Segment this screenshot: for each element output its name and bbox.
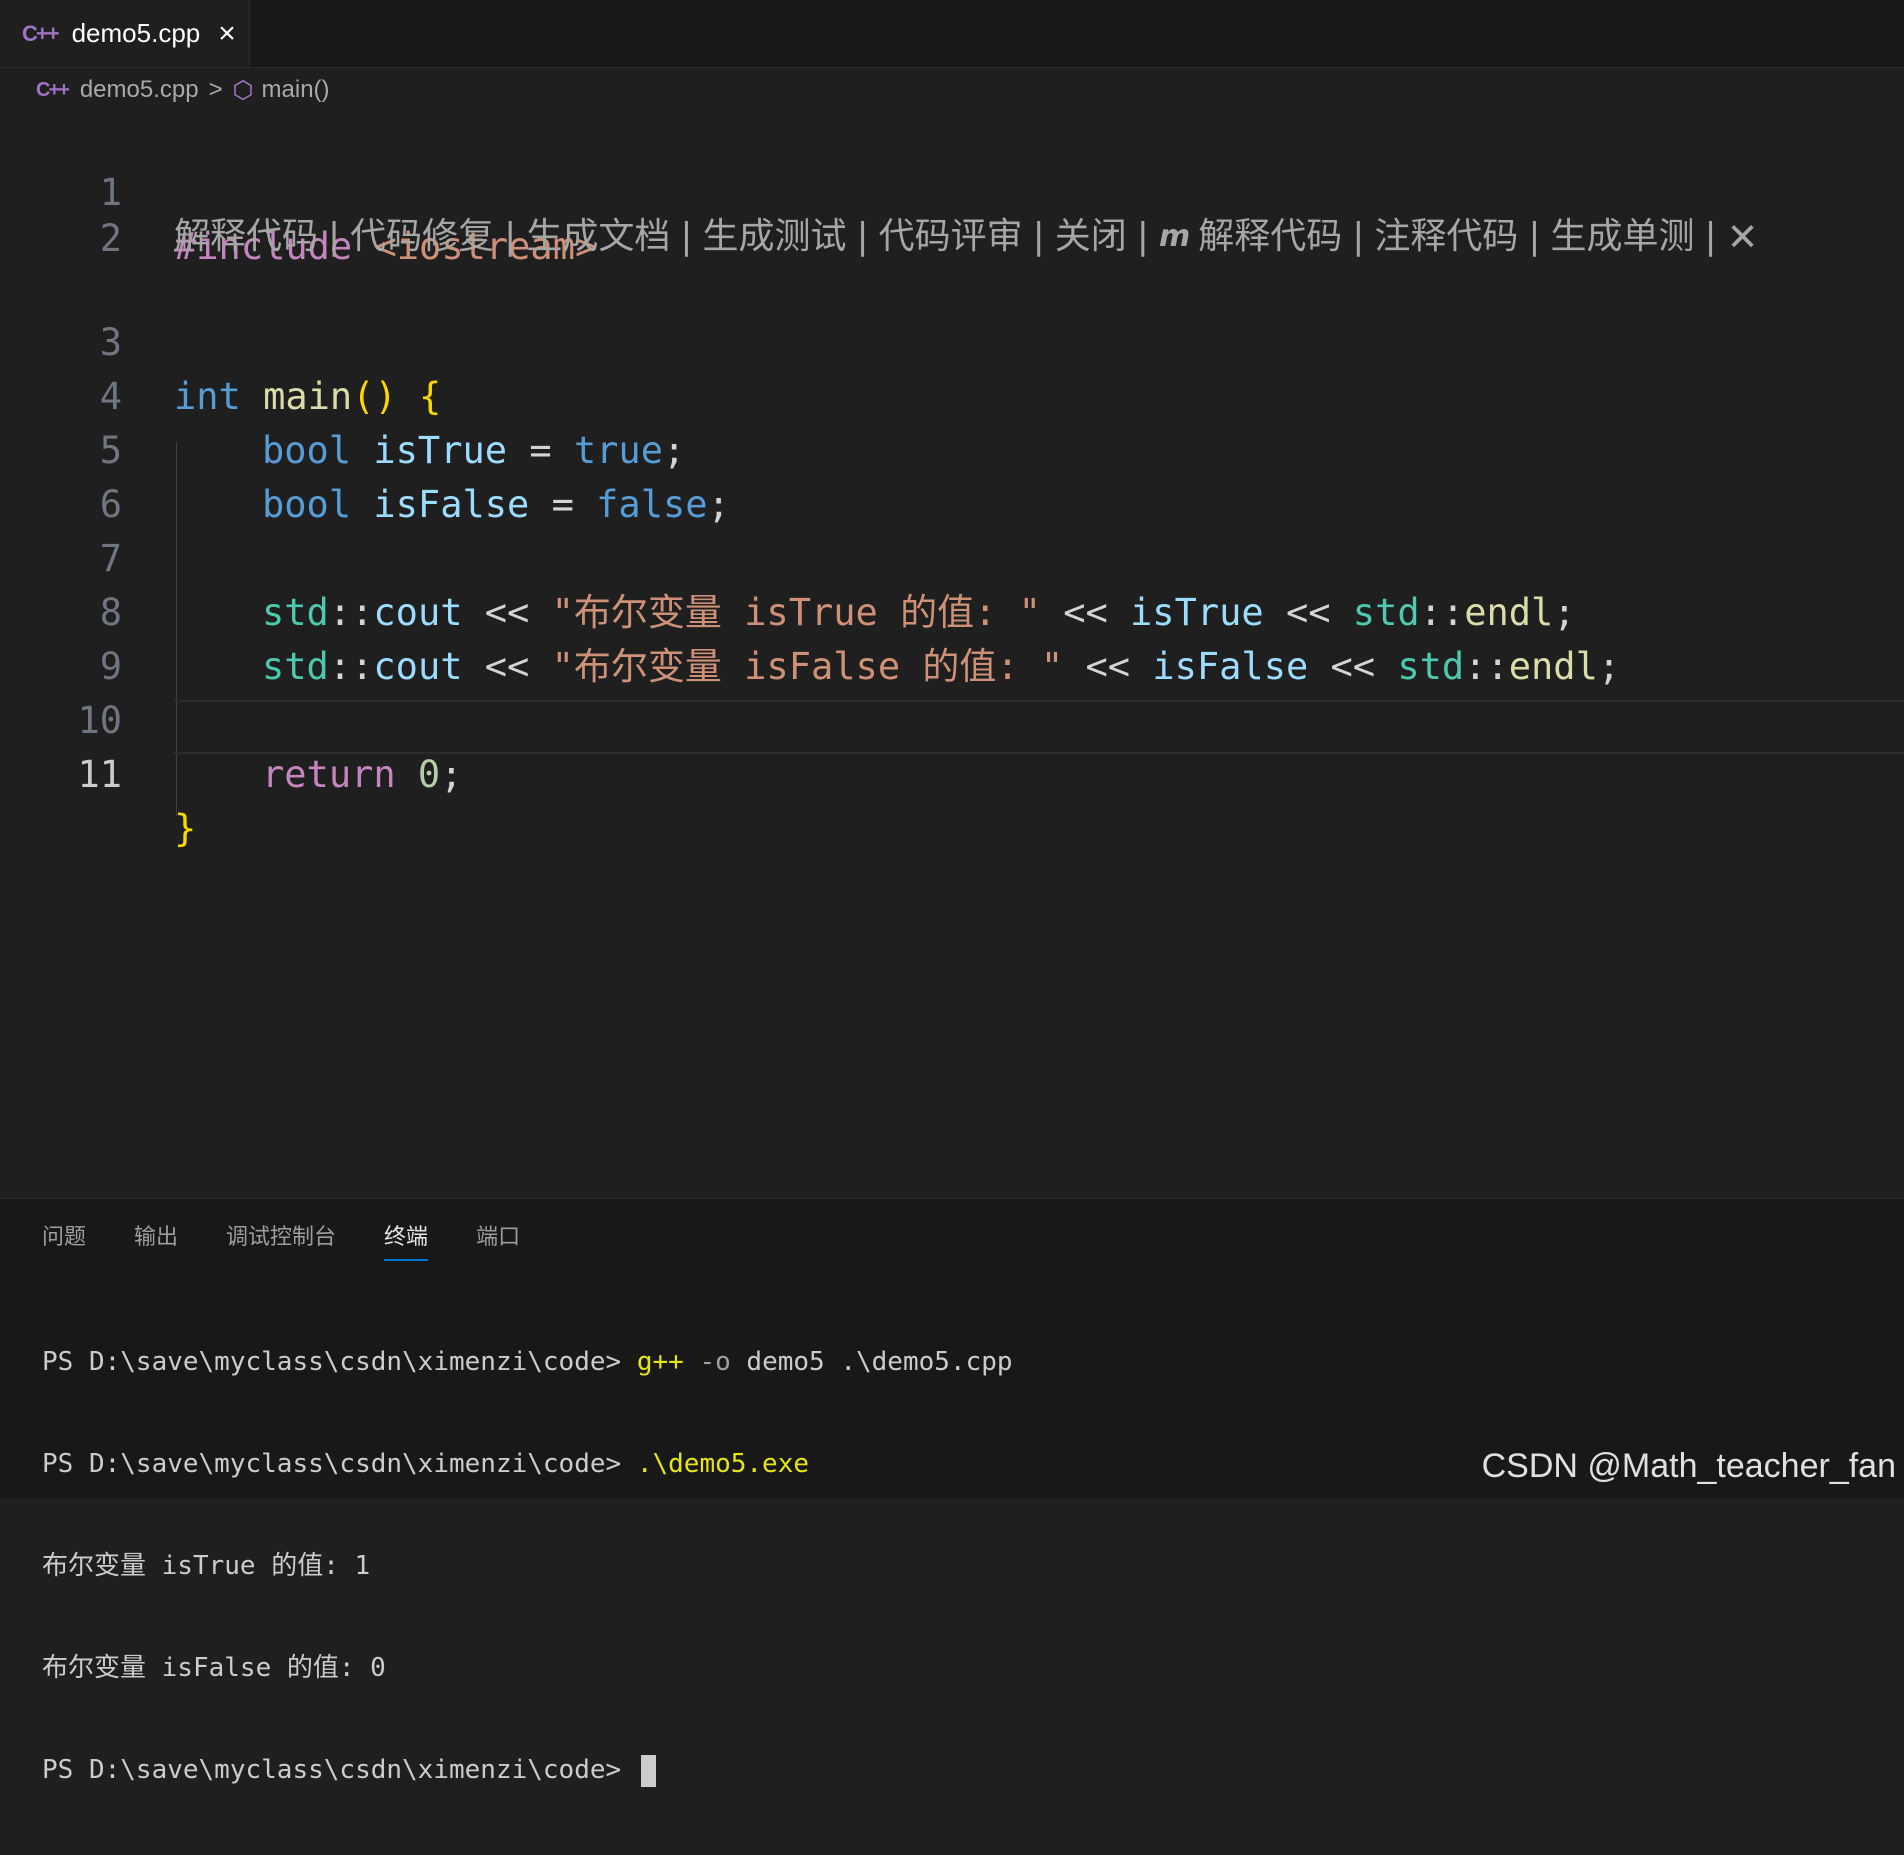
watermark: CSDN @Math_teacher_fan (1481, 1447, 1896, 1485)
token-number: 0 (395, 753, 441, 796)
terminal-line: 布尔变量 isTrue 的值: 1 (42, 1551, 371, 1581)
codelens-explain-2[interactable]: 解释代码 (1198, 210, 1342, 264)
terminal-line: PS D:\save\myclass\csdn\ximenzi\code> g+… (42, 1347, 1013, 1377)
breadcrumb-file[interactable]: demo5.cpp (80, 76, 199, 104)
terminal-line: PS D:\save\myclass\csdn\ximenzi\code> (42, 1753, 1013, 1787)
code-line-9[interactable]: 9 (0, 586, 1904, 688)
tab-ports[interactable]: 端口 (476, 1219, 520, 1261)
tab-demo5-cpp[interactable]: C++ demo5.cpp × (0, 0, 250, 67)
code-line-5[interactable]: 5 bool isFalse = false; (0, 370, 1904, 526)
codelens-close[interactable]: 关闭 (1055, 210, 1127, 264)
cpp-file-icon: C++ (22, 20, 60, 46)
marscode-logo-icon: m (1158, 219, 1191, 254)
terminal[interactable]: PS D:\save\myclass\csdn\ximenzi\code> g+… (42, 1277, 1013, 1855)
codelens-unit-test[interactable]: 生成单测 (1551, 210, 1695, 264)
codelens-test[interactable]: 生成测试 (702, 210, 846, 264)
code-line-8[interactable]: 8 std::cout << "布尔变量 isFalse 的值: " << is… (0, 532, 1904, 688)
cpp-file-icon: C++ (36, 78, 70, 101)
close-icon[interactable]: ✕ (1727, 210, 1759, 264)
ai-codelens-bar: 解释代码 | 代码修复 | 生成文档 | 生成测试 | 代码评审 | 关闭 | m 解释代码 | 注释代码 | 生… (174, 210, 1759, 264)
codelens-doc[interactable]: 生成文档 (526, 210, 670, 264)
code-editor[interactable]: 1 #include <iostream> 2 解释代码 | 代码修复 | 生成文档 | 生… (0, 112, 1904, 1197)
line-number: 2 (99, 217, 122, 260)
symbol-method-icon: ⬡ (232, 76, 254, 104)
tab-debug-console[interactable]: 调试控制台 (226, 1219, 336, 1261)
terminal-line: PS D:\save\myclass\csdn\ximenzi\code> .\… (42, 1449, 810, 1479)
code-line-6[interactable]: 6 (0, 424, 1904, 526)
terminal-cursor (640, 1754, 656, 1787)
token-keyword: return (262, 753, 396, 796)
line-number: 11 (77, 753, 122, 796)
code-line-7[interactable]: 7 std::cout << "布尔变量 isTrue 的值: " << isT… (0, 478, 1904, 634)
panel-tabs: 问题 输出 调试控制台 终端 端口 (42, 1219, 568, 1261)
token-brace: } (174, 807, 197, 850)
close-icon[interactable]: × (218, 18, 236, 49)
breadcrumb: C++ demo5.cpp > ⬡ main() (36, 70, 330, 110)
tab-label: demo5.cpp (71, 18, 201, 48)
code-line-4[interactable]: 4 bool isTrue = true; (0, 316, 1904, 472)
terminal-line: 布尔变量 isFalse 的值: 0 (42, 1653, 386, 1683)
codelens-explain[interactable]: 解释代码 (174, 210, 318, 264)
chevron-right-icon: > (208, 76, 223, 103)
codelens-fix[interactable]: 代码修复 (350, 210, 494, 264)
tab-problems[interactable]: 问题 (42, 1219, 86, 1261)
code-line-11[interactable]: 11 } (0, 694, 1904, 850)
tab-output[interactable]: 输出 (134, 1219, 178, 1261)
codelens-comment[interactable]: 注释代码 (1374, 210, 1518, 264)
editor-tab-bar: C++ demo5.cpp × (0, 0, 1904, 68)
tab-terminal[interactable]: 终端 (384, 1219, 429, 1261)
code-line-10[interactable]: 10 return 0; (0, 640, 1904, 796)
code-line-2[interactable]: 2 (0, 158, 1904, 260)
code-line-3[interactable]: 3 int main() { (0, 262, 1904, 418)
codelens-review[interactable]: 代码评审 (879, 210, 1023, 264)
bottom-panel: 问题 输出 调试控制台 终端 端口 PS D:\save\myclass\csd… (0, 1198, 1904, 1787)
breadcrumb-symbol[interactable]: main() (262, 76, 330, 104)
